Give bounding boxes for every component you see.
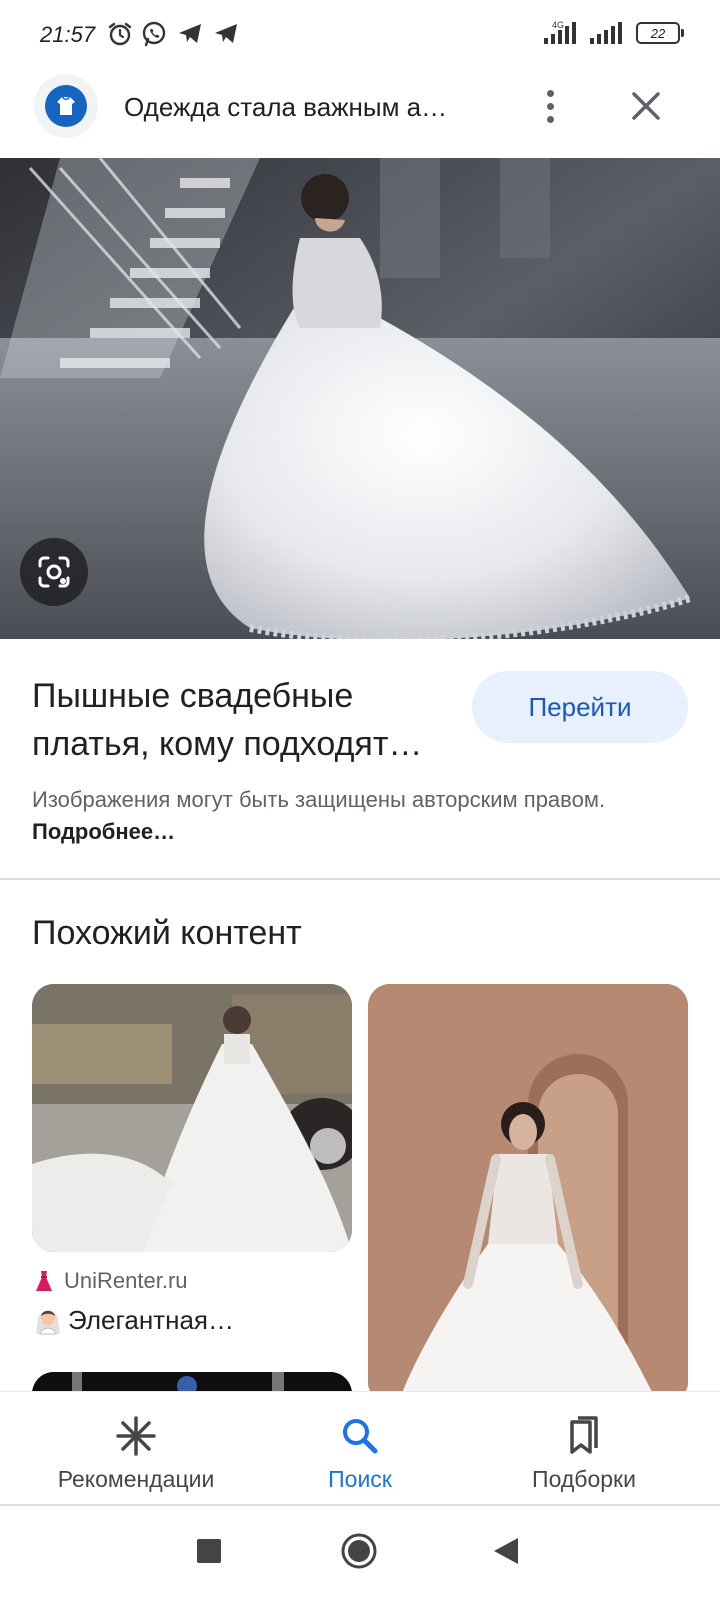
alarm-icon bbox=[108, 22, 132, 46]
collections-icon bbox=[570, 1416, 598, 1454]
header-title[interactable]: Одежда стала важным а… bbox=[124, 92, 474, 123]
dress-photo-1 bbox=[32, 984, 352, 1252]
recents-icon[interactable] bbox=[196, 1538, 222, 1564]
battery-level: 22 bbox=[650, 25, 666, 41]
dress-icon bbox=[36, 1271, 52, 1291]
whatsapp-icon bbox=[142, 21, 166, 47]
lens-search-button[interactable] bbox=[20, 538, 88, 606]
home-icon[interactable] bbox=[340, 1532, 378, 1570]
site-favicon[interactable] bbox=[34, 74, 98, 138]
similar-image-1[interactable] bbox=[32, 984, 352, 1252]
telegram-icon bbox=[179, 24, 201, 43]
close-icon[interactable] bbox=[626, 86, 666, 126]
nav-search[interactable]: Поиск bbox=[260, 1392, 460, 1504]
nav-recommendations[interactable]: Рекомендации bbox=[36, 1392, 236, 1504]
wedding-dress-photo bbox=[0, 158, 720, 639]
card-caption-text: Элегантная… bbox=[68, 1304, 234, 1335]
card-caption[interactable]: Элегантная… bbox=[32, 1304, 234, 1336]
nav-label-collections: Подборки bbox=[532, 1466, 636, 1492]
dot-icon bbox=[546, 89, 554, 97]
asterisk-icon bbox=[116, 1416, 156, 1456]
bride-icon bbox=[36, 1310, 60, 1335]
dot-icon bbox=[546, 102, 554, 110]
result-title[interactable]: Пышные свадебные платья, кому подходят… bbox=[32, 672, 452, 768]
card-source-name: UniRenter.ru bbox=[64, 1268, 188, 1293]
nav-label-search: Поиск bbox=[328, 1466, 392, 1492]
divider bbox=[0, 878, 720, 880]
more-info-link[interactable]: Подробнее… bbox=[32, 819, 175, 844]
status-bar: 21:57 4G 22 bbox=[0, 0, 720, 70]
signal-icon bbox=[544, 22, 576, 44]
battery-icon: 22 bbox=[636, 22, 684, 44]
search-icon bbox=[343, 1419, 378, 1454]
hoodie-icon bbox=[45, 85, 87, 127]
telegram-icon-2 bbox=[215, 24, 237, 43]
signal-icon-2 bbox=[590, 22, 622, 44]
dress-photo-2 bbox=[368, 984, 688, 1404]
result-image[interactable] bbox=[0, 158, 720, 639]
lens-header: Одежда стала важным а… bbox=[0, 70, 720, 158]
dot-icon bbox=[546, 115, 554, 123]
back-icon[interactable] bbox=[492, 1536, 520, 1566]
bottom-nav: Рекомендации Поиск Подборки bbox=[0, 1392, 720, 1504]
similar-image-2[interactable] bbox=[368, 984, 688, 1404]
similar-heading: Похожий контент bbox=[32, 914, 302, 952]
card-source[interactable]: UniRenter.ru bbox=[32, 1268, 188, 1294]
visit-button[interactable]: Перейти bbox=[472, 671, 688, 743]
system-nav-bar bbox=[0, 1506, 720, 1600]
nav-collections[interactable]: Подборки bbox=[484, 1392, 684, 1504]
nav-label-recommendations: Рекомендации bbox=[57, 1466, 215, 1492]
copyright-note: Изображения могут быть защищены авторски… bbox=[32, 784, 672, 848]
lens-icon bbox=[38, 556, 70, 588]
more-options-button[interactable] bbox=[530, 84, 570, 128]
copyright-text: Изображения могут быть защищены авторски… bbox=[32, 787, 606, 812]
status-time: 21:57 bbox=[40, 22, 96, 47]
